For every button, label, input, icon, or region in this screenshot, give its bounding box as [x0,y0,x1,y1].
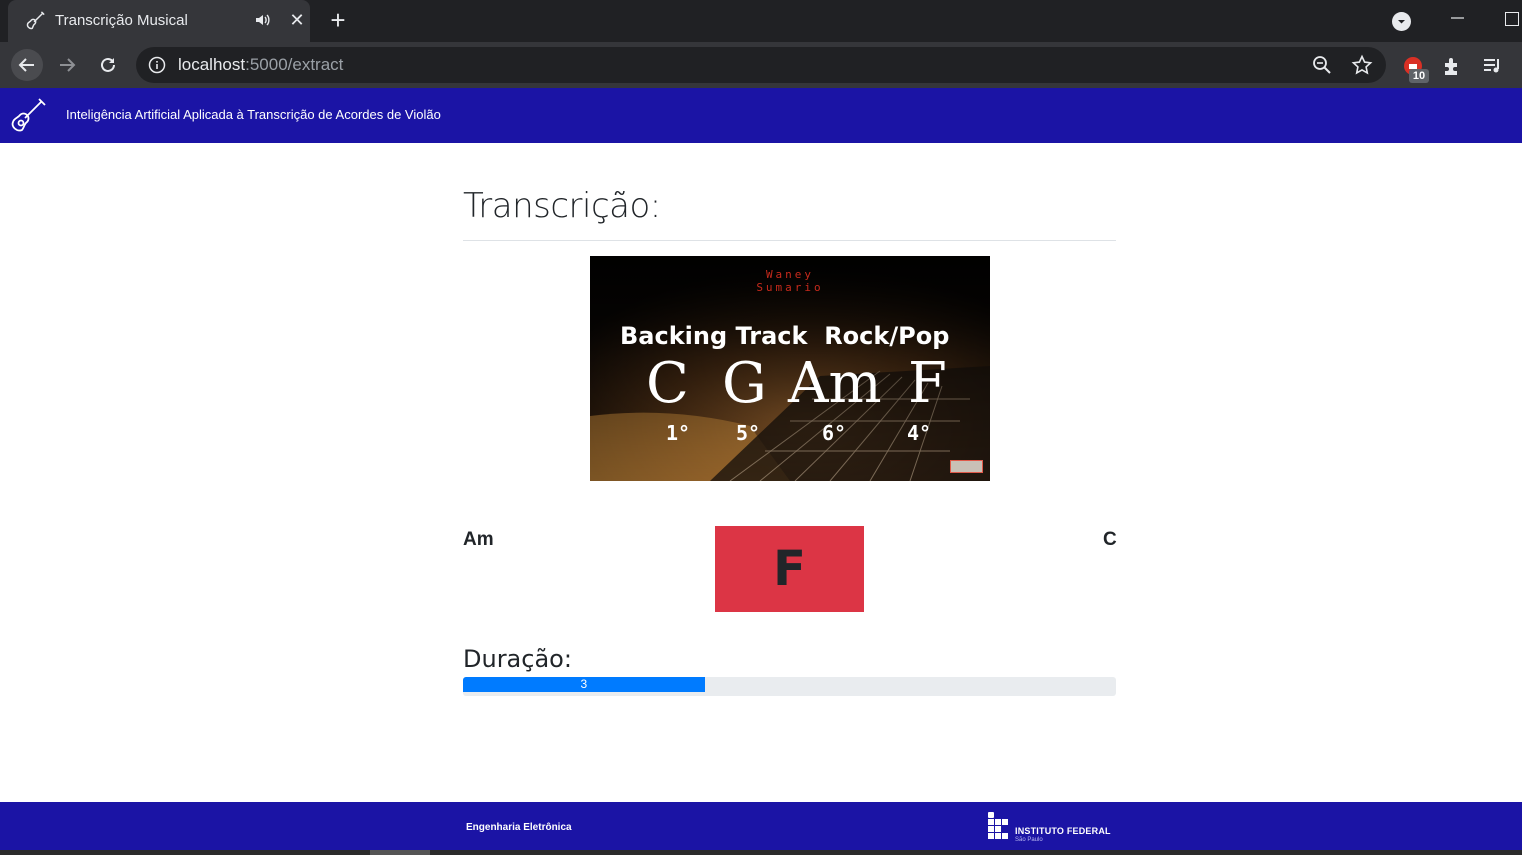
institute-campus: São Paulo [1015,837,1043,843]
forward-button[interactable] [51,49,83,81]
site-title[interactable]: Inteligência Artificial Aplicada à Trans… [66,107,441,122]
next-chord: C [1103,529,1117,550]
channel-logo [950,460,983,473]
bookmark-star-icon[interactable] [1351,54,1373,76]
reload-button[interactable] [92,49,124,81]
current-chord-card: F [715,526,864,612]
previous-chord: Am [463,529,494,550]
video-degree: 5° [736,421,761,445]
page-title: Transcrição: [463,186,661,226]
close-tab-icon[interactable]: ✕ [288,11,306,29]
arrow-right-icon [60,58,76,72]
browser-tab[interactable]: Transcrição Musical ✕ [8,0,310,42]
bottom-bar [0,850,1522,855]
extension-badge: 10 [1409,69,1429,83]
institute-logo-icon [988,812,1008,839]
video-chord: F [908,351,947,416]
video-player[interactable]: Waney Sumario Backing Track Rock/Pop C G… [590,256,990,481]
footer-text: Engenharia Eletrônica [466,822,572,833]
address-bar[interactable]: localhost:5000/extract [136,47,1386,83]
video-chord: C [646,351,689,416]
info-icon[interactable] [148,56,166,74]
back-button[interactable] [11,49,43,81]
divider [463,240,1116,241]
video-degree: 6° [822,421,847,445]
duration-progress: 3 [463,677,1116,696]
tab-search-icon[interactable] [1392,12,1411,31]
duration-progress-bar: 3 [463,677,705,692]
minimize-icon[interactable] [1450,8,1466,24]
new-tab-icon[interactable]: + [326,7,350,33]
reload-icon [101,57,115,72]
arrow-left-icon [18,58,34,72]
current-chord: F [773,541,806,597]
speaker-icon[interactable] [254,11,272,29]
site-header: Inteligência Artificial Aplicada à Trans… [0,88,1522,143]
site-footer: Engenharia Eletrônica INSTITUTO FEDERAL … [0,802,1522,850]
zoom-out-icon[interactable] [1312,55,1332,75]
video-chord: G [722,351,767,416]
scrollbar-thumb[interactable] [370,850,430,855]
media-control-icon[interactable] [1481,55,1503,77]
tab-title: Transcrição Musical [55,12,188,29]
browser-toolbar: localhost:5000/extract 10 [0,42,1522,88]
institute-name: INSTITUTO FEDERAL [1015,826,1111,836]
guitar-icon [26,11,45,30]
browser-tab-bar: Transcrição Musical ✕ + [0,0,1522,42]
duration-label: Duração: [463,645,572,673]
guitar-logo-icon[interactable] [8,96,48,136]
video-watermark: Waney Sumario [756,268,824,294]
url-text[interactable]: localhost:5000/extract [178,55,343,75]
extensions-puzzle-icon[interactable] [1441,55,1463,77]
video-degree: 1° [666,421,691,445]
maximize-icon[interactable] [1505,12,1519,26]
video-headline: Backing Track Rock/Pop [620,322,950,350]
video-chord: Am [788,351,882,416]
video-degree: 4° [907,421,932,445]
